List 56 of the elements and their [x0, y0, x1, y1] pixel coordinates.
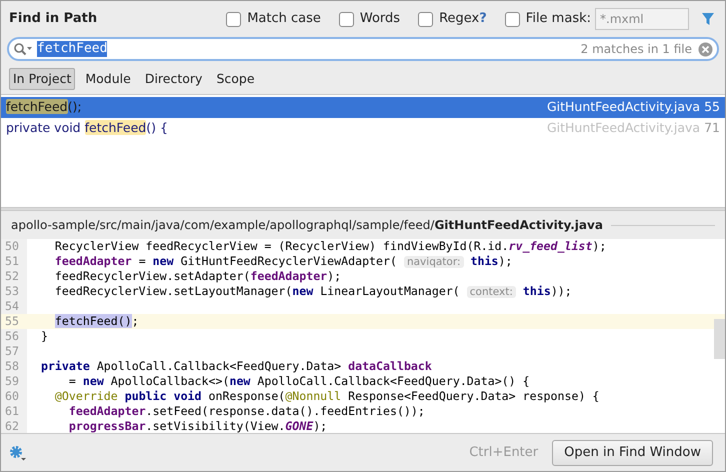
line-number: 61	[1, 404, 27, 419]
line-number: 58	[1, 359, 27, 374]
result-code: private void fetchFeed() {	[6, 119, 168, 138]
code-line: RecyclerView feedRecyclerView = (RecyclerView) findViewById(R.id.rv_feed_list);	[54, 239, 606, 254]
result-row[interactable]: private void fetchFeed() { GitHuntFeedActivity.java 71	[1, 118, 725, 139]
search-query: fetchFeed	[37, 41, 108, 57]
result-row[interactable]: fetchFeed(); GitHuntFeedActivity.java 55	[1, 97, 725, 118]
checkbox[interactable]	[338, 12, 354, 26]
line-number: 57	[1, 344, 27, 359]
line-number: 56	[1, 329, 27, 344]
result-line-number: 55	[704, 98, 720, 116]
search-icon[interactable]	[13, 42, 33, 56]
match-count: 2 matches in 1 file	[580, 41, 692, 58]
line-number: 53	[1, 284, 27, 299]
line-number: 59	[1, 374, 27, 389]
line-number: 50	[1, 239, 27, 254]
dialog-title: Find in Path	[9, 10, 98, 28]
file-path: apollo-sample/src/main/java/com/example/apollographql/sample/feed/GitHuntFeedActivity.java	[11, 217, 603, 234]
line-number: 52	[1, 269, 27, 284]
gear-icon[interactable]	[9, 444, 27, 460]
scope-tab[interactable]: In Project	[9, 68, 76, 90]
code-line: progressBar.setVisibility(View.GONE);	[68, 419, 328, 433]
checkbox[interactable]	[418, 12, 434, 26]
code-line: feedAdapter = new GitHuntFeedRecyclerViewAdapter( naviqator: this);	[54, 254, 512, 270]
shortcut-hint: Ctrl+Enter	[469, 444, 538, 462]
search-field[interactable]: fetchFeed 2 matches in 1 file	[7, 37, 719, 61]
result-file: GitHuntFeedActivity.java	[546, 98, 700, 116]
scope-tab[interactable]: Module	[81, 68, 135, 90]
scope-tab[interactable]: Scope	[212, 68, 259, 90]
result-file: GitHuntFeedActivity.java	[546, 119, 700, 138]
line-number: 51	[1, 254, 27, 269]
checkbox[interactable]	[226, 12, 242, 26]
checkbox-label: Words	[360, 10, 400, 28]
checkbox-label: File mask:	[526, 10, 591, 28]
scope-tab[interactable]: Directory	[140, 68, 206, 90]
filter-icon[interactable]	[701, 12, 715, 26]
clear-icon[interactable]	[698, 42, 713, 56]
checkbox-label: Match case	[247, 10, 321, 28]
code-line: feedRecyclerView.setAdapter(feedAdapter);	[54, 269, 342, 284]
result-code: fetchFeed();	[6, 98, 82, 116]
code-line: = new ApolloCallback<>(new ApolloCall.Callback<FeedQuery.Data>() {	[68, 374, 530, 389]
help-link[interactable]: ?	[479, 9, 487, 29]
result-line-number: 71	[704, 119, 720, 138]
code-line: feedAdapter.setFeed(response.data().feedEntries());	[68, 404, 425, 419]
code-line: @Override public void onResponse(@Nonnull Response<FeedQuery.Data> response) {	[54, 389, 600, 404]
open-in-find-window-button[interactable]: Open in Find Window	[552, 440, 713, 466]
scrollbar[interactable]	[714, 319, 725, 359]
code-line: feedRecyclerView.setLayoutManager(new LinearLayoutManager( context: this));	[54, 284, 572, 300]
code-line: fetchFeed();	[54, 314, 139, 329]
checkbox[interactable]	[504, 12, 520, 26]
line-number: 54	[1, 299, 27, 314]
line-number: 62	[1, 419, 27, 433]
code-line: private ApolloCall.Callback<FeedQuery.Data> dataCallback	[40, 359, 432, 374]
code-line: }	[40, 329, 48, 344]
checkbox-label: Regex	[439, 10, 480, 28]
line-number: 60	[1, 389, 27, 404]
